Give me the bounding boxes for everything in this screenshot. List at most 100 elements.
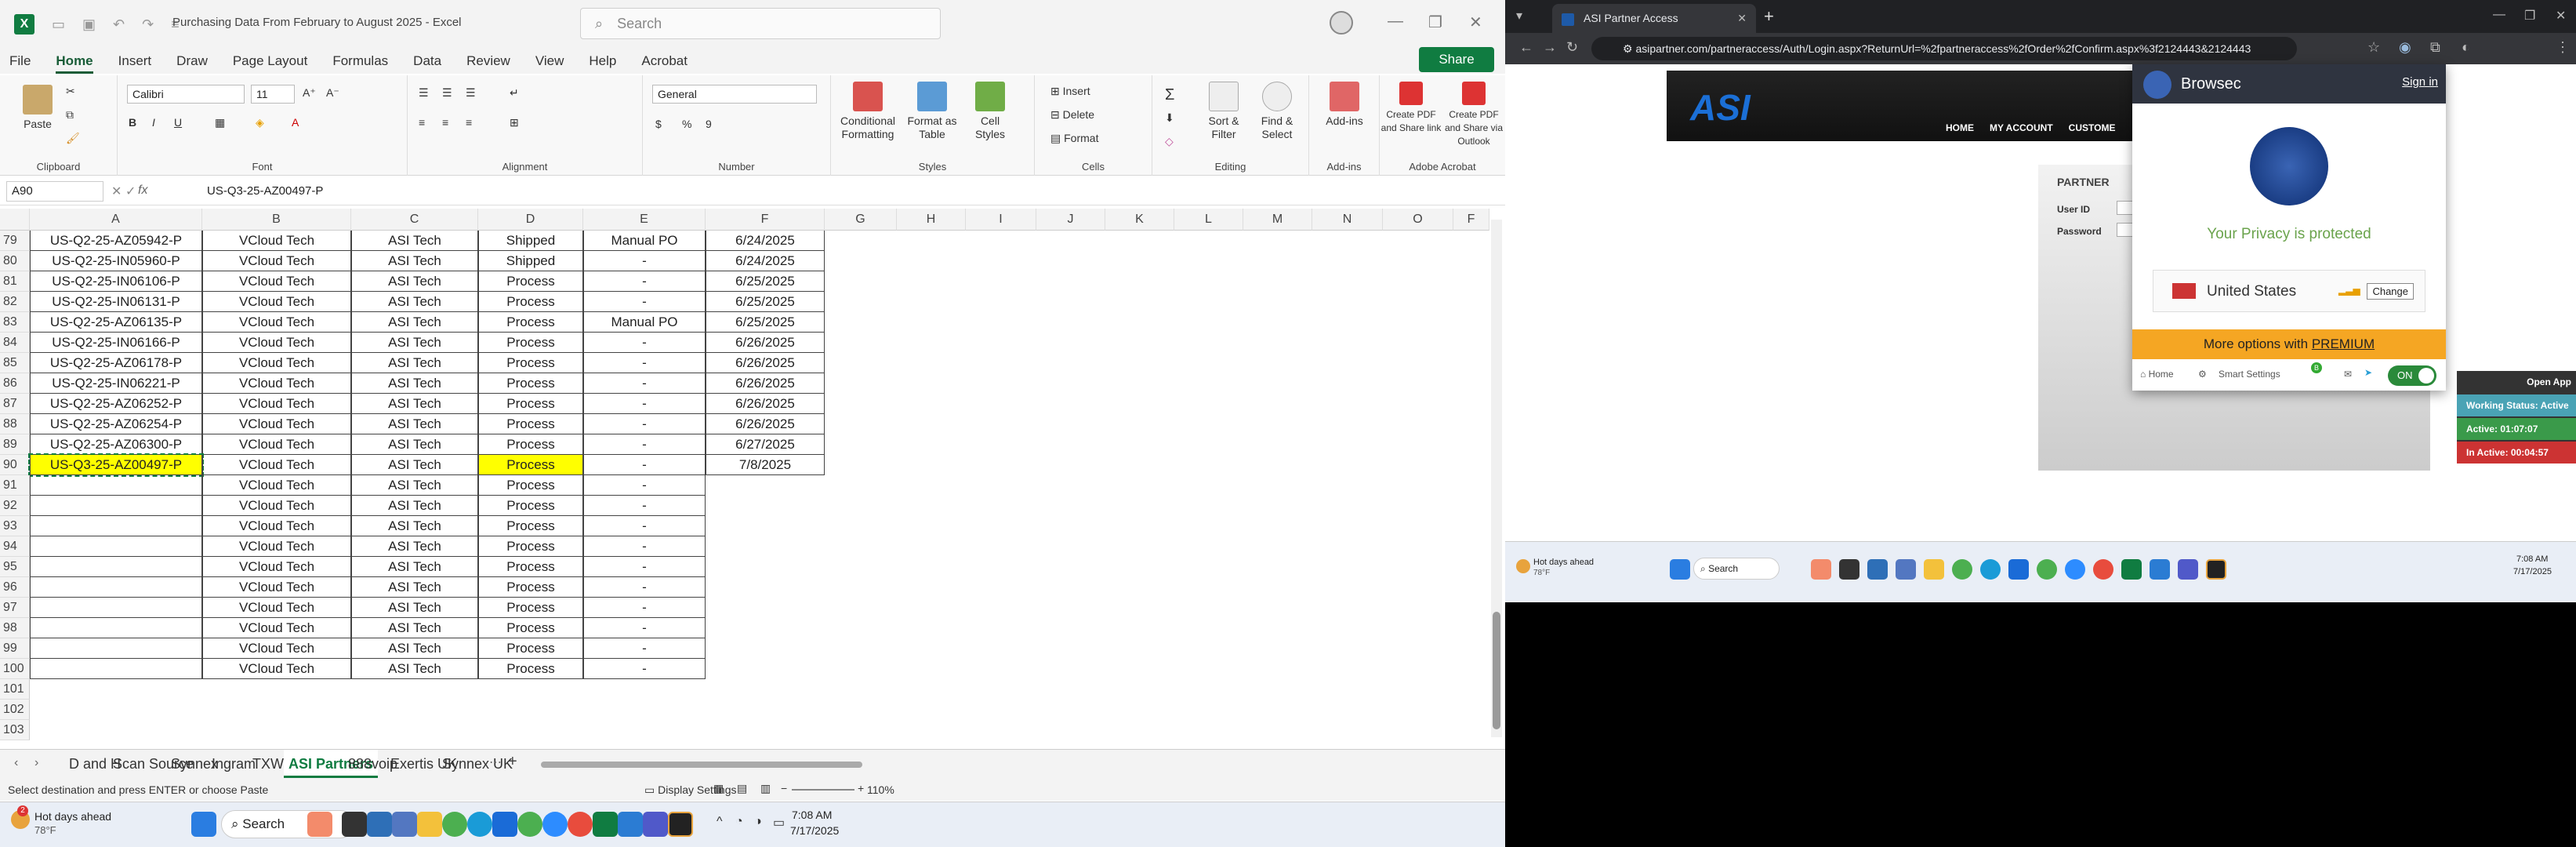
- cell-c-92[interactable]: ASI Tech: [351, 496, 478, 516]
- active-mini-icon[interactable]: [2206, 559, 2226, 580]
- cell-e-80[interactable]: -: [583, 251, 706, 271]
- minimize-icon[interactable]: —: [1388, 13, 1403, 31]
- settings-gear-icon[interactable]: ⚙: [2198, 369, 2207, 380]
- cell-a-89[interactable]: US-Q2-25-AZ06300-P: [30, 434, 202, 455]
- row-header[interactable]: 87: [0, 394, 30, 414]
- cell-d-99[interactable]: Process: [478, 638, 583, 659]
- zoom-level[interactable]: 110%: [867, 783, 894, 796]
- cell-d-90[interactable]: Process: [478, 455, 583, 475]
- explorer-mini-icon[interactable]: [1924, 559, 1944, 580]
- nav-home[interactable]: HOME: [1946, 122, 1974, 133]
- row-header[interactable]: 97: [0, 598, 30, 618]
- cell-b-87[interactable]: VCloud Tech: [202, 394, 351, 414]
- start-mini-icon[interactable]: [1670, 559, 1690, 580]
- align-middle-icon[interactable]: ☰: [442, 86, 452, 100]
- br-restore-icon[interactable]: ❐: [2524, 8, 2535, 24]
- formula-input[interactable]: US-Q3-25-AZ00497-P: [207, 184, 323, 198]
- tab-help[interactable]: Help: [589, 49, 616, 74]
- row-header[interactable]: 79: [0, 231, 30, 251]
- profile-icon[interactable]: ◐: [2462, 39, 2470, 56]
- cell-a-87[interactable]: US-Q2-25-AZ06252-P: [30, 394, 202, 414]
- cell-e-81[interactable]: -: [583, 271, 706, 292]
- cell-c-84[interactable]: ASI Tech: [351, 333, 478, 353]
- cell-c-83[interactable]: ASI Tech: [351, 312, 478, 333]
- cell-a-83[interactable]: US-Q2-25-AZ06135-P: [30, 312, 202, 333]
- close-icon[interactable]: ✕: [1469, 13, 1482, 32]
- nav-my-account[interactable]: MY ACCOUNT: [1990, 122, 2053, 133]
- row-header[interactable]: 88: [0, 414, 30, 434]
- vertical-scrollbar[interactable]: [1491, 220, 1502, 737]
- font-size-select[interactable]: 11: [251, 85, 295, 104]
- tab-menu-icon[interactable]: ▾: [1516, 8, 1522, 24]
- cell-d-80[interactable]: Shipped: [478, 251, 583, 271]
- chrome-mini-2-icon[interactable]: [2037, 559, 2057, 580]
- row-header[interactable]: 94: [0, 536, 30, 557]
- chrome-mini-3-icon[interactable]: [2093, 559, 2113, 580]
- search-box[interactable]: ⌕ Search: [580, 8, 941, 39]
- column-header[interactable]: H: [897, 209, 966, 231]
- cell-c-89[interactable]: ASI Tech: [351, 434, 478, 455]
- cell-a-99[interactable]: [30, 638, 202, 659]
- cell-c-85[interactable]: ASI Tech: [351, 353, 478, 373]
- column-header[interactable]: E: [583, 209, 706, 231]
- account-avatar[interactable]: [1330, 11, 1353, 35]
- bold-icon[interactable]: B: [129, 116, 136, 129]
- cell-c-80[interactable]: ASI Tech: [351, 251, 478, 271]
- fx-icon[interactable]: fx: [138, 184, 147, 198]
- app-icon-2[interactable]: [618, 812, 643, 837]
- format-painter-icon[interactable]: 🖌: [66, 132, 80, 145]
- fill-icon[interactable]: ⬇: [1165, 111, 1174, 125]
- cell-f-95[interactable]: [706, 557, 825, 577]
- taskview-mini-icon[interactable]: [1839, 559, 1859, 580]
- tab-acrobat[interactable]: Acrobat: [641, 49, 688, 74]
- premium-banner[interactable]: More options with PREMIUM: [2132, 329, 2446, 359]
- share-button[interactable]: Share: [1419, 47, 1494, 72]
- cell-a-84[interactable]: US-Q2-25-IN06166-P: [30, 333, 202, 353]
- cell-b-93[interactable]: VCloud Tech: [202, 516, 351, 536]
- cell-e-97[interactable]: -: [583, 598, 706, 618]
- row-header[interactable]: 80: [0, 251, 30, 271]
- row-header[interactable]: 91: [0, 475, 30, 496]
- cell-d-88[interactable]: Process: [478, 414, 583, 434]
- cell-b-101[interactable]: [202, 679, 351, 700]
- cell-d-103[interactable]: [478, 720, 583, 740]
- cell-f-87[interactable]: 6/26/2025: [706, 394, 825, 414]
- row-header[interactable]: 96: [0, 577, 30, 598]
- currency-icon[interactable]: $: [655, 118, 662, 130]
- cell-f-101[interactable]: [706, 679, 825, 700]
- tab-file[interactable]: File: [9, 49, 31, 74]
- row-header[interactable]: 100: [0, 659, 30, 679]
- cell-a-100[interactable]: [30, 659, 202, 679]
- cell-d-79[interactable]: Shipped: [478, 231, 583, 251]
- cell-f-80[interactable]: 6/24/2025: [706, 251, 825, 271]
- cell-c-88[interactable]: ASI Tech: [351, 414, 478, 434]
- app-icon-1[interactable]: [367, 812, 392, 837]
- taskbar-search[interactable]: ⌕ Search: [221, 810, 354, 838]
- cell-a-102[interactable]: [30, 700, 202, 720]
- tab-draw[interactable]: Draw: [176, 49, 208, 74]
- mini-clock-date[interactable]: 7/17/2025: [2513, 567, 2552, 576]
- select-all-corner[interactable]: [0, 209, 30, 231]
- cell-a-91[interactable]: [30, 475, 202, 496]
- mini-clock-time[interactable]: 7:08 AM: [2516, 554, 2548, 564]
- restore-icon[interactable]: ❐: [1428, 13, 1442, 32]
- insert-cells-button[interactable]: ⊞ Insert: [1050, 85, 1090, 98]
- cell-a-88[interactable]: US-Q2-25-AZ06254-P: [30, 414, 202, 434]
- open-app-button[interactable]: Open App: [2457, 371, 2576, 393]
- cell-b-89[interactable]: VCloud Tech: [202, 434, 351, 455]
- cell-c-102[interactable]: [351, 700, 478, 720]
- merge-center-icon[interactable]: ⊞: [510, 116, 519, 129]
- cell-f-79[interactable]: 6/24/2025: [706, 231, 825, 251]
- cell-b-97[interactable]: VCloud Tech: [202, 598, 351, 618]
- tab-close-icon[interactable]: ✕: [1737, 4, 1747, 33]
- create-pdf-outlook-button[interactable]: Create PDF and Share via Outlook: [1442, 82, 1505, 148]
- zoom-slider[interactable]: [792, 789, 854, 791]
- clear-icon[interactable]: ◇: [1165, 135, 1174, 148]
- align-right-icon[interactable]: ≡: [466, 116, 472, 129]
- task-view-icon[interactable]: [342, 812, 367, 837]
- cell-c-90[interactable]: ASI Tech: [351, 455, 478, 475]
- tab-insert[interactable]: Insert: [118, 49, 152, 74]
- cell-c-87[interactable]: ASI Tech: [351, 394, 478, 414]
- cell-b-85[interactable]: VCloud Tech: [202, 353, 351, 373]
- teams-icon[interactable]: [643, 812, 668, 837]
